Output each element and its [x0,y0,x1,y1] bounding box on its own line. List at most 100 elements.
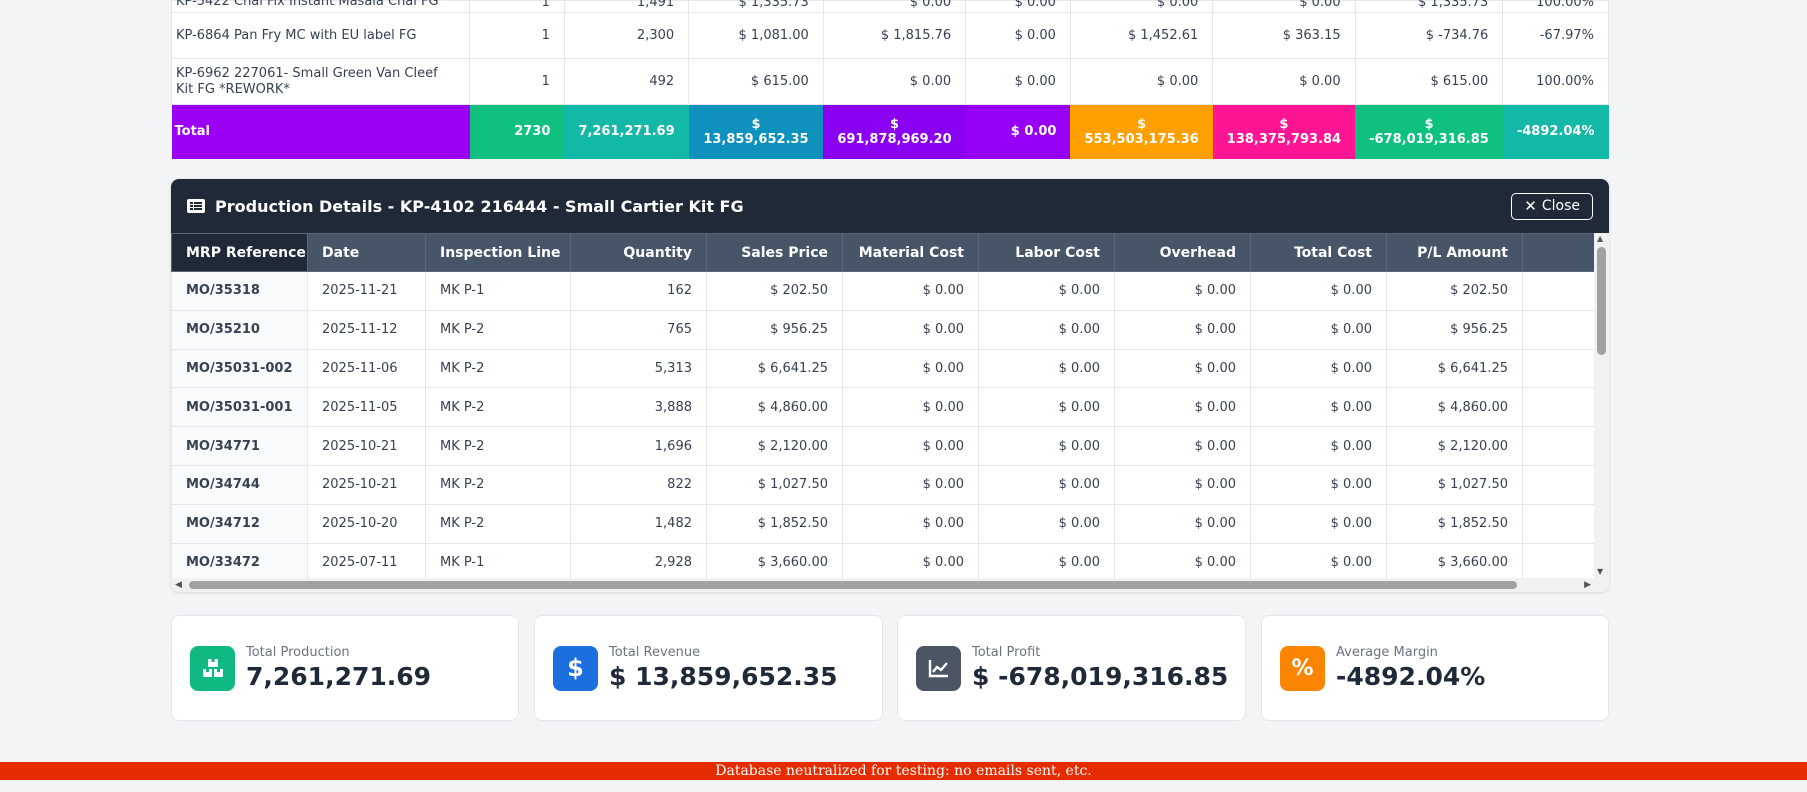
table-cell: MK P-2 [425,503,571,544]
table-cell: $ 0.00 [1114,309,1251,350]
summary-cell-text: 2,300 [636,28,675,43]
table-cell: MK P-1 [425,542,571,578]
summary-row[interactable]: KP-5422 Chai Fix Instant Masala Chai FG 1… [171,0,1609,13]
table-cell: 2,928 [570,542,707,578]
summary-cell-text: $ 0.00 [909,0,952,10]
summary-row[interactable]: KP-6962 227061- Small Green Van Cleef Ki… [171,58,1609,105]
summary-cell-text: 1,491 [636,0,675,10]
panel-title: Production Details - KP-4102 216444 - Sm… [215,196,744,216]
table-row[interactable]: MO/34712 2025-10-20 MK P-2 1,482 $ 1,852.50 $… [171,503,1594,544]
summary-cell-pl: $ -734.76 [1354,12,1504,59]
percent-icon: % [1280,645,1325,691]
total-margin: -4892.04% [1502,104,1609,159]
table-cell: $ 0.00 [978,542,1115,578]
total-total-cost: $138,375,793.84 [1212,104,1356,159]
table-row[interactable]: MO/34744 2025-10-21 MK P-2 822 $ 1,027.50 $ 0… [171,464,1594,505]
table-cell: $ 1,027.50 [1386,464,1523,505]
column-header[interactable]: Inspection Line [425,233,571,272]
table-cell: 1 [1522,464,1594,505]
mrp-reference-cell: MO/35031-001 [171,387,308,428]
table-cell: 2025-11-12 [307,309,426,350]
table-cell: $ 0.00 [1114,542,1251,578]
column-header[interactable]: Overhead [1114,233,1251,272]
summary-cell-text: $ 0.00 [909,74,952,89]
summary-cell-text: $ 0.00 [1156,74,1199,89]
summary-cell-text: $ 1,452.61 [1127,28,1199,43]
horizontal-scroll-thumb[interactable] [189,581,1517,589]
table-cell: $ 4,860.00 [1386,387,1523,428]
table-row[interactable]: MO/35031-002 2025-11-06 MK P-2 5,313 $ 6,641… [171,348,1594,389]
column-header[interactable]: MRP Reference [171,233,308,272]
table-cell: $ 3,660.00 [706,542,843,578]
table-row[interactable]: MO/34771 2025-10-21 MK P-2 1,696 $ 2,120.00 $… [171,426,1594,466]
summary-cell-production: 2,300 [563,12,690,59]
table-cell: $ 2,120.00 [1386,426,1523,466]
total-count: 2730 [469,104,565,159]
table-cell: $ 0.00 [978,464,1115,505]
table-row[interactable]: MO/35031-001 2025-11-05 MK P-2 3,888 $ 4,860… [171,387,1594,428]
table-cell: $ 3,660.00 [1386,542,1523,578]
total-sales: $13,859,652.35 [688,104,824,159]
table-cell: $ 956.25 [1386,309,1523,350]
table-cell: $ 202.50 [706,271,843,311]
column-header[interactable] [1522,233,1594,272]
table-cell: $ 1,852.50 [706,503,843,544]
scroll-down-icon[interactable]: ▼ [1597,568,1603,576]
table-cell: $ 0.00 [1114,348,1251,389]
table-cell: 1,696 [570,426,707,466]
table-cell: MK P-2 [425,309,571,350]
table-row[interactable]: MO/33472 2025-07-11 MK P-1 2,928 $ 3,660.00 $… [171,542,1594,578]
column-header[interactable]: Total Cost [1250,233,1387,272]
total-labor: $ 0.00 [965,104,1071,159]
table-cell: 3,888 [570,387,707,428]
close-button[interactable]: ✕ Close [1511,192,1593,220]
amount-text: 553,503,175.36 [1084,131,1199,147]
details-table-scroll[interactable]: MRP Reference Date Inspection Line Quantity… [171,233,1594,578]
details-header-row: MRP Reference Date Inspection Line Quantity… [171,233,1594,272]
mrp-reference-cell: MO/34771 [171,426,308,466]
table-cell: $ 0.00 [1250,271,1387,311]
summary-cell-count: 1 [469,12,565,59]
scroll-right-icon[interactable]: ▶ [1584,580,1591,590]
table-row[interactable]: MO/35318 2025-11-21 MK P-1 162 $ 202.50 $ 0.0… [171,271,1594,311]
vertical-scrollbar[interactable]: ▲ ▼ [1594,233,1609,578]
summary-row[interactable]: KP-6864 Pan Fry MC with EU label FG 1 2,30… [171,12,1609,59]
column-header[interactable]: Labor Cost [978,233,1115,272]
summary-cell-material: $ 1,815.76 [822,12,967,59]
column-header[interactable]: Sales Price [706,233,843,272]
details-table: MRP Reference Date Inspection Line Quantity… [171,233,1594,578]
horizontal-scrollbar[interactable]: ◀ ▶ [171,578,1609,592]
table-cell: 765 [570,309,707,350]
summary-cell-labor: $ 0.00 [965,0,1071,13]
summary-cell-margin: -67.97% [1502,12,1609,59]
scroll-left-icon[interactable]: ◀ [175,580,182,590]
table-row[interactable]: MO/35210 2025-11-12 MK P-2 765 $ 956.25 $ 0.0… [171,309,1594,350]
summary-cell-product: KP-5422 Chai Fix Instant Masala Chai FG [171,0,470,13]
dollar-icon: $ [553,645,598,691]
table-cell: 1 [1522,542,1594,578]
close-label: Close [1541,198,1580,214]
mrp-reference-cell: MO/34744 [171,464,308,505]
summary-cell-text: $ 0.00 [1156,0,1199,10]
summary-cell-text: 1 [541,0,550,10]
table-cell: $ 1,027.50 [706,464,843,505]
table-cell: MK P-2 [425,426,571,466]
summary-cell-text: $ 363.15 [1282,28,1341,43]
total-material: $691,878,969.20 [823,104,966,159]
column-header[interactable]: Date [307,233,426,272]
summary-cell-text: $ 0.00 [1014,0,1056,10]
amount-text: 13,859,652.35 [703,131,809,147]
column-header[interactable]: Material Cost [842,233,979,272]
summary-table: KP-5422 Chai Fix Instant Masala Chai FG 1… [171,0,1609,159]
column-header[interactable]: P/L Amount [1386,233,1523,272]
table-cell: 1 [1522,348,1594,389]
column-header[interactable]: Quantity [570,233,707,272]
table-cell: MK P-1 [425,271,571,311]
stat-value: -4892.04% [1336,662,1486,691]
scroll-up-icon[interactable]: ▲ [1597,235,1603,243]
table-cell: 2025-11-21 [307,271,426,311]
vertical-scroll-thumb[interactable] [1597,247,1606,355]
table-cell: $ 0.00 [978,387,1115,428]
summary-cell-total-cost: $ 0.00 [1212,0,1356,13]
summary-cell-text: KP-5422 Chai Fix Instant Masala Chai FG [176,0,439,9]
